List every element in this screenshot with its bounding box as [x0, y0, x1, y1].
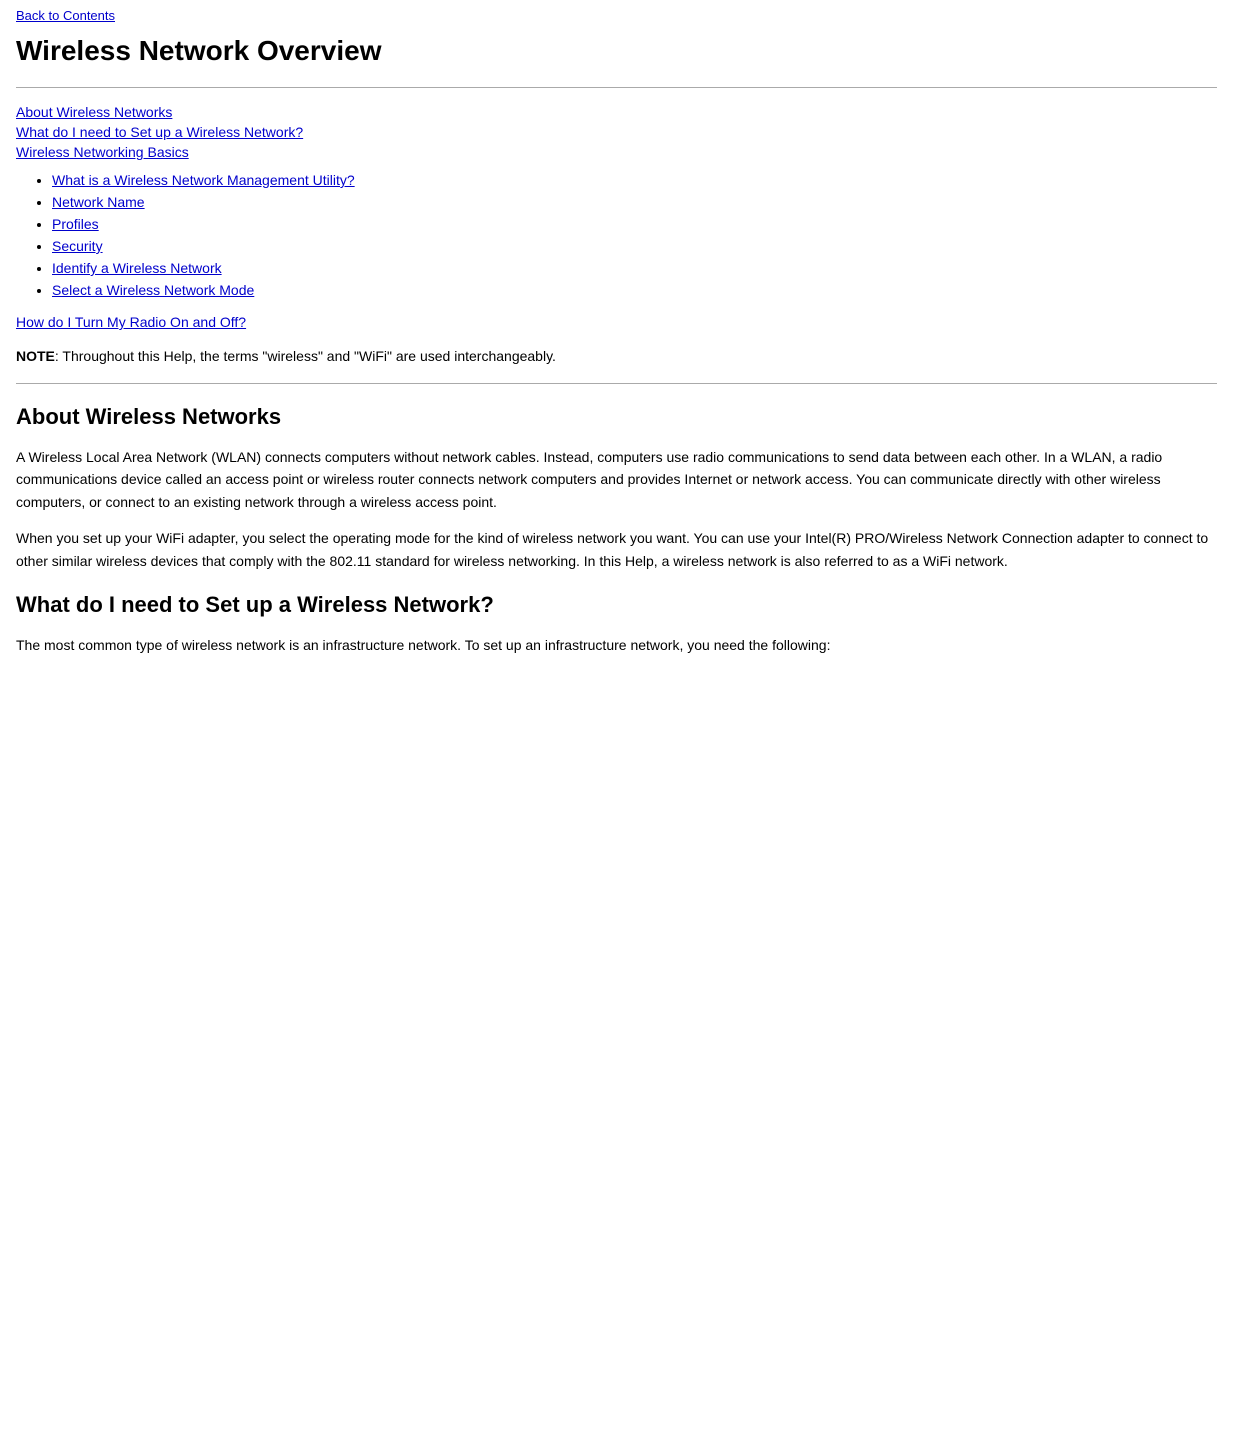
about-body: A Wireless Local Area Network (WLAN) con… [16, 446, 1217, 572]
list-item: Security [52, 238, 1217, 254]
toc-link-radio[interactable]: How do I Turn My Radio On and Off? [16, 314, 1217, 330]
toc-sub-list: What is a Wireless Network Management Ut… [52, 172, 1217, 298]
about-paragraph-2: When you set up your WiFi adapter, you s… [16, 527, 1217, 572]
toc-link-about[interactable]: About Wireless Networks [16, 104, 1217, 120]
list-item: What is a Wireless Network Management Ut… [52, 172, 1217, 188]
list-item: Identify a Wireless Network [52, 260, 1217, 276]
toc-sub-link-identify[interactable]: Identify a Wireless Network [52, 260, 222, 276]
page-title: Wireless Network Overview [16, 35, 1217, 67]
toc-section: About Wireless Networks What do I need t… [16, 104, 1217, 330]
toc-link-basics[interactable]: Wireless Networking Basics [16, 144, 1217, 160]
about-wireless-networks-section: About Wireless Networks A Wireless Local… [16, 404, 1217, 572]
back-to-contents-link[interactable]: Back to Contents [16, 8, 1217, 23]
list-item: Profiles [52, 216, 1217, 232]
toc-sub-link-utility[interactable]: What is a Wireless Network Management Ut… [52, 172, 355, 188]
setup-body: The most common type of wireless network… [16, 634, 1217, 656]
list-item: Select a Wireless Network Mode [52, 282, 1217, 298]
setup-paragraph-1: The most common type of wireless network… [16, 634, 1217, 656]
list-item: Network Name [52, 194, 1217, 210]
back-to-contents-anchor[interactable]: Back to Contents [16, 8, 115, 23]
note-section: NOTE: Throughout this Help, the terms "w… [16, 346, 1217, 367]
what-do-i-need-section: What do I need to Set up a Wireless Netw… [16, 592, 1217, 656]
toc-link-setup[interactable]: What do I need to Set up a Wireless Netw… [16, 124, 1217, 140]
about-paragraph-1: A Wireless Local Area Network (WLAN) con… [16, 446, 1217, 513]
setup-heading: What do I need to Set up a Wireless Netw… [16, 592, 1217, 618]
about-heading: About Wireless Networks [16, 404, 1217, 430]
note-bold: NOTE [16, 348, 55, 364]
toc-sub-link-select-mode[interactable]: Select a Wireless Network Mode [52, 282, 254, 298]
note-text: : Throughout this Help, the terms "wirel… [55, 348, 556, 364]
toc-sub-link-profiles[interactable]: Profiles [52, 216, 99, 232]
toc-sub-link-security[interactable]: Security [52, 238, 103, 254]
divider-middle [16, 383, 1217, 384]
toc-sub-link-network-name[interactable]: Network Name [52, 194, 145, 210]
divider-top [16, 87, 1217, 88]
